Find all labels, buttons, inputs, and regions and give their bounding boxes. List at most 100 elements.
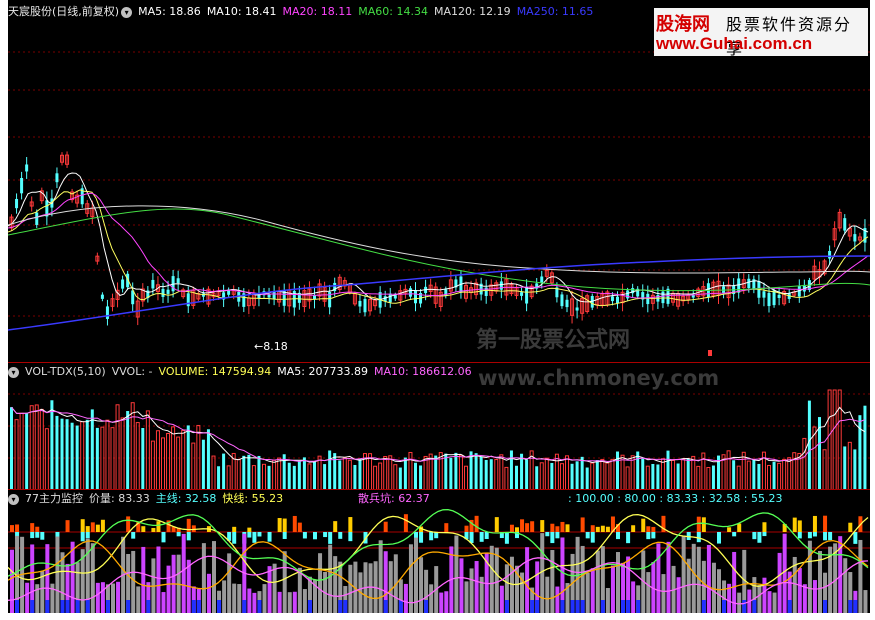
indicator-bar xyxy=(823,532,828,541)
candle-down xyxy=(646,293,650,305)
indicator-bar xyxy=(853,532,858,544)
volume-bar xyxy=(19,412,24,490)
indicator-bar xyxy=(80,519,85,532)
indicator-bar xyxy=(217,600,222,613)
indicator-bar xyxy=(232,526,237,532)
volume-bar xyxy=(676,463,680,490)
volume-label-0: VOL-TDX(5,10) xyxy=(25,365,106,378)
volume-label-2: VOLUME: 147594.94 xyxy=(158,365,272,378)
candle-down xyxy=(565,299,569,308)
indicator-bar xyxy=(292,515,297,532)
candle-down xyxy=(408,288,412,297)
indicator-bar xyxy=(277,518,282,532)
indicator-bar xyxy=(509,524,514,532)
volume-bar xyxy=(302,457,306,490)
indicator-bar xyxy=(90,543,95,613)
volume-bar xyxy=(666,450,670,490)
volume-bar xyxy=(832,389,837,490)
indicator-bar xyxy=(540,520,545,532)
volume-bar xyxy=(746,460,751,490)
indicator-chart-panel[interactable]: ▾ 77主力监控 价量: 83.33 主线: 32.58 快线: 55.23 散兵坑: … xyxy=(8,490,870,613)
volume-header: ▾ VOL-TDX(5,10) VVOL: - VOLUME: 147594.94 MA… xyxy=(8,364,484,380)
indicator-bar xyxy=(313,532,317,540)
volume-bar xyxy=(605,462,610,490)
volume-bar xyxy=(575,461,579,490)
volume-bar xyxy=(802,437,807,490)
volume-chart-panel[interactable]: ▾ VOL-TDX(5,10) VVOL: - VOLUME: 147594.94 MA… xyxy=(8,364,870,490)
indicator-bar xyxy=(105,600,110,613)
indicator-bar xyxy=(156,546,161,613)
candle-down xyxy=(363,298,367,313)
indicator-bar xyxy=(555,586,560,613)
volume-bar xyxy=(342,457,347,490)
volume-bar xyxy=(14,419,19,490)
event-marker xyxy=(708,350,712,356)
indicator-bar xyxy=(343,600,348,613)
volume-bar xyxy=(141,428,145,490)
volume-bar xyxy=(39,408,44,490)
indicator-bar xyxy=(797,568,802,613)
candle-down xyxy=(575,307,579,311)
indicator-bar xyxy=(444,523,449,532)
volume-bar xyxy=(60,418,64,490)
indicator-bar xyxy=(489,545,494,613)
indicator-bar xyxy=(90,522,95,532)
candle-down xyxy=(626,290,630,299)
indicator-bar xyxy=(676,577,681,613)
indicator-bar xyxy=(535,600,540,613)
volume-bar xyxy=(706,466,711,490)
indicator-bar xyxy=(727,527,732,532)
candle-down xyxy=(777,294,781,298)
indicator-bar xyxy=(419,532,424,543)
volume-bar xyxy=(827,389,832,490)
candle-down xyxy=(560,294,564,307)
indicator-bar xyxy=(383,521,388,532)
volume-bar xyxy=(80,421,85,490)
volume-bar xyxy=(636,451,640,490)
volume-bar xyxy=(176,436,181,490)
indicator-bar xyxy=(681,535,686,613)
indicator-bar xyxy=(701,600,706,613)
candle-down xyxy=(176,278,180,284)
volume-label-3: MA5: 207733.89 xyxy=(277,365,368,378)
indicator-bar xyxy=(403,583,408,613)
candle-down xyxy=(201,293,205,297)
indicator-bar xyxy=(812,515,817,532)
indicator-bar xyxy=(141,526,146,532)
candle-down xyxy=(55,173,59,183)
indicator-bar xyxy=(176,532,181,537)
indicator-bar xyxy=(85,532,90,539)
indicator-bar xyxy=(227,553,232,613)
volume-bar xyxy=(736,465,741,490)
logo-main-text: 股海网 xyxy=(656,14,710,35)
indicator-bar xyxy=(136,586,141,613)
indicator-bar xyxy=(631,581,636,613)
chevron-down-icon[interactable]: ▾ xyxy=(8,493,19,505)
volume-bar xyxy=(625,466,630,490)
indicator-bar xyxy=(247,532,252,538)
volume-bar xyxy=(181,429,186,490)
volume-bar xyxy=(616,451,619,490)
indicator-bar xyxy=(126,516,131,532)
chevron-down-icon[interactable]: ▾ xyxy=(121,6,133,18)
chevron-down-icon[interactable]: ▾ xyxy=(8,366,19,378)
panel-divider xyxy=(8,489,870,490)
volume-bar xyxy=(520,453,524,490)
candle-down xyxy=(540,276,544,283)
volume-bar xyxy=(388,455,393,490)
indicator-bar xyxy=(55,536,60,613)
indicator-bar xyxy=(575,600,580,613)
stock-title: 天宸股份(日线,前复权) xyxy=(8,5,120,18)
volume-bar xyxy=(150,440,155,490)
volume-bar xyxy=(494,459,499,490)
indicator-bar xyxy=(807,540,812,613)
volume-label-1: VVOL: - xyxy=(111,365,153,378)
indicator-bar xyxy=(383,600,388,613)
volume-bar xyxy=(515,465,518,490)
volume-bar xyxy=(358,458,362,490)
indicator-bar xyxy=(504,600,509,613)
indicator-bar xyxy=(10,549,14,613)
logo-url: www.Guhai.com.cn xyxy=(656,34,813,53)
candle-down xyxy=(100,294,104,299)
candle-down xyxy=(772,290,776,306)
